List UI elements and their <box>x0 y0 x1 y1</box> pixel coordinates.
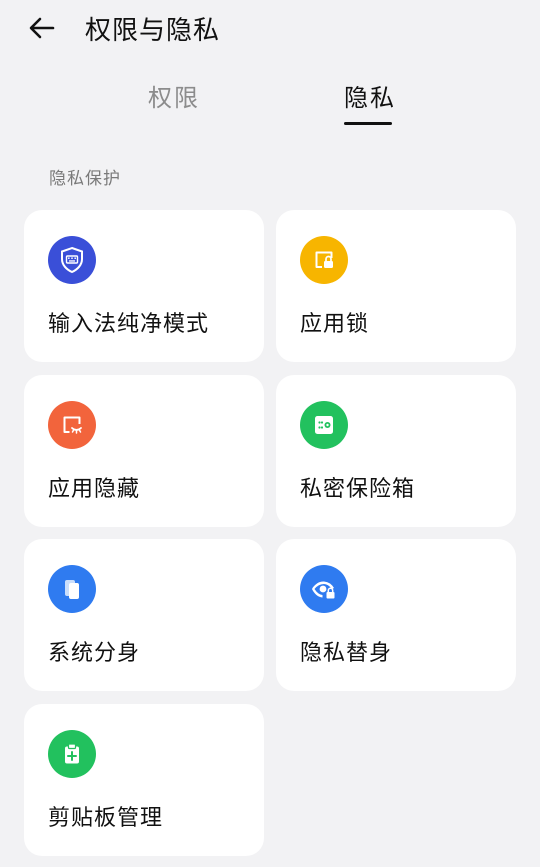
card-private-safe[interactable]: 私密保险箱 <box>276 375 516 527</box>
card-system-clone[interactable]: 系统分身 <box>24 539 264 691</box>
page-title: 权限与隐私 <box>85 16 221 46</box>
back-button[interactable] <box>26 12 58 44</box>
tab-privacy[interactable]: 隐私 <box>344 78 396 128</box>
keyboard-shield-icon <box>48 236 96 284</box>
active-tab-indicator <box>344 122 392 125</box>
card-app-lock[interactable]: 应用锁 <box>276 210 516 362</box>
clipboard-icon <box>48 730 96 778</box>
privacy-eye-icon <box>300 565 348 613</box>
card-label: 系统分身 <box>48 641 141 666</box>
tab-permissions[interactable]: 权限 <box>148 78 200 128</box>
card-label: 输入法纯净模式 <box>48 312 210 337</box>
safe-icon <box>300 401 348 449</box>
section-label-privacy-protection: 隐私保护 <box>49 169 121 189</box>
app-hide-icon <box>48 401 96 449</box>
card-app-hide[interactable]: 应用隐藏 <box>24 375 264 527</box>
card-label: 私密保险箱 <box>300 477 416 502</box>
card-label: 剪贴板管理 <box>48 806 164 831</box>
tab-bar: 权限 隐私 <box>0 78 540 128</box>
back-arrow-icon <box>29 17 55 39</box>
card-privacy-substitute[interactable]: 隐私替身 <box>276 539 516 691</box>
card-clipboard-manager[interactable]: 剪贴板管理 <box>24 704 264 856</box>
app-header: 权限与隐私 <box>0 0 540 56</box>
system-clone-icon <box>48 565 96 613</box>
app-lock-icon <box>300 236 348 284</box>
card-label: 应用锁 <box>300 312 370 337</box>
card-label: 隐私替身 <box>300 641 393 666</box>
card-label: 应用隐藏 <box>48 477 141 502</box>
card-input-method-pure-mode[interactable]: 输入法纯净模式 <box>24 210 264 362</box>
